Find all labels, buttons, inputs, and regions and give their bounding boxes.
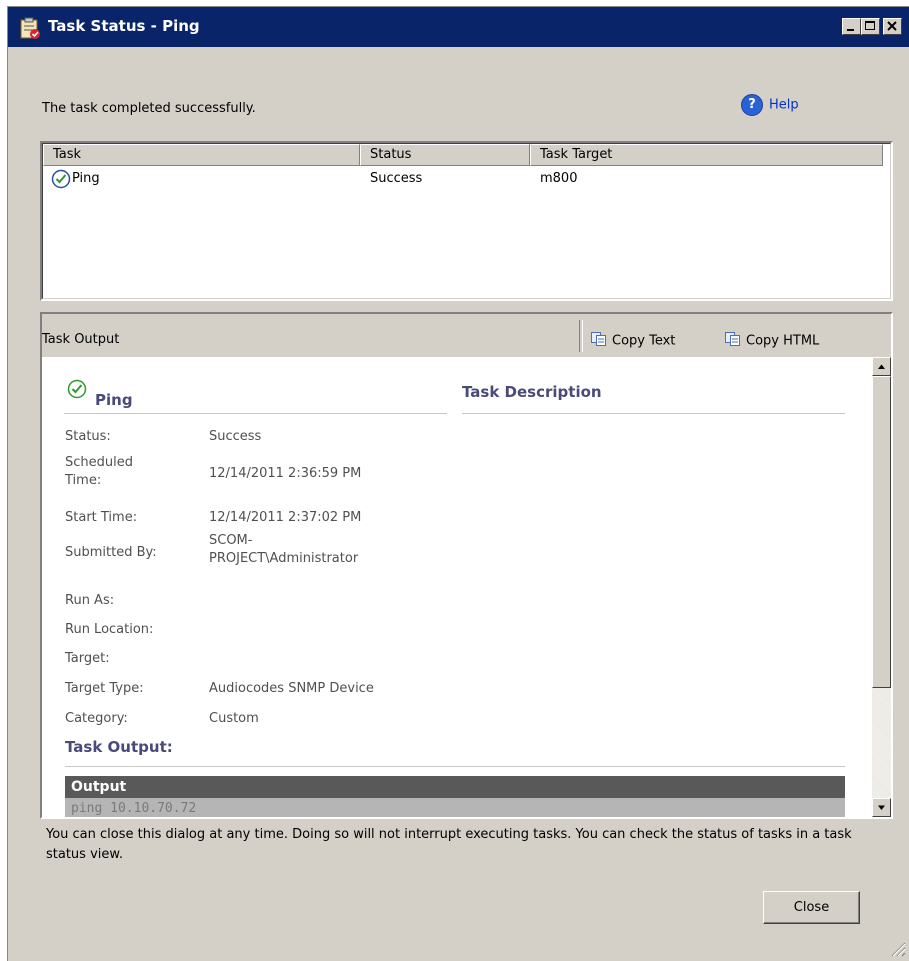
minimize-button[interactable] <box>842 18 861 35</box>
detail-label-start-time: Start Time: <box>65 510 138 525</box>
task-cell: Ping <box>72 171 100 186</box>
footer-note: You can close this dialog at any time. D… <box>46 827 852 862</box>
output-task-name: Ping <box>95 391 133 409</box>
vertical-scrollbar[interactable] <box>872 357 891 817</box>
scroll-down-button[interactable] <box>872 798 891 817</box>
divider <box>462 413 845 414</box>
copy-text-button[interactable]: Copy Text <box>591 332 675 350</box>
scroll-up-button[interactable] <box>872 357 891 376</box>
target-cell: m800 <box>540 171 578 186</box>
copy-text-label: Copy Text <box>612 333 676 349</box>
help-icon: ? <box>741 94 763 116</box>
divider <box>65 766 845 767</box>
help-label: Help <box>769 97 799 113</box>
column-header-task[interactable]: Task <box>43 144 360 166</box>
task-output-panel: Task Output Copy Text Copy HTML Ping Tas… <box>40 312 893 819</box>
task-output-heading: Task Output: <box>65 738 173 756</box>
detail-label-scheduled-time: Scheduled Time: <box>65 455 133 488</box>
resize-grip-icon[interactable] <box>884 935 906 957</box>
copy-icon <box>725 332 741 350</box>
detail-label-target: Target: <box>65 651 110 666</box>
copy-html-button[interactable]: Copy HTML <box>725 332 819 350</box>
task-description-heading: Task Description <box>462 383 602 401</box>
copy-html-label: Copy HTML <box>746 333 820 349</box>
completion-message: The task completed successfully. <box>42 101 256 116</box>
close-window-button[interactable] <box>883 18 902 35</box>
detail-label-category: Category: <box>65 711 128 726</box>
column-header-task-target[interactable]: Task Target <box>530 144 883 166</box>
close-button[interactable]: Close <box>763 891 860 924</box>
detail-value-start-time: 12/14/2011 2:37:02 PM <box>209 510 362 525</box>
detail-label-submitted-by: Submitted By: <box>65 545 157 560</box>
output-table-header: Output <box>65 776 845 798</box>
detail-label-run-location: Run Location: <box>65 622 154 637</box>
task-output-content[interactable]: Ping Task Description Status: Success Sc… <box>42 357 872 817</box>
task-status-window: Task Status - Ping The task completed su… <box>7 6 909 961</box>
task-list-body: Task Status Task Target Ping Success m80… <box>42 143 891 299</box>
title-bar[interactable]: Task Status - Ping <box>8 7 909 47</box>
table-row[interactable]: Ping Success m800 <box>43 168 892 190</box>
detail-value-category: Custom <box>209 711 259 726</box>
divider <box>64 413 447 414</box>
copy-icon <box>591 332 607 350</box>
header-divider <box>579 320 583 352</box>
output-line: ping 10.10.70.72 <box>65 798 845 817</box>
detail-label-target-type: Target Type: <box>65 681 144 696</box>
help-link[interactable]: ? Help <box>741 94 799 116</box>
task-output-label: Task Output <box>42 332 120 347</box>
detail-value-status: Success <box>209 429 262 444</box>
task-status-icon <box>18 16 42 40</box>
detail-value-submitted-by: SCOM-PROJECT\Administrator <box>209 533 359 566</box>
detail-label-status: Status: <box>65 429 111 444</box>
detail-label-run-as: Run As: <box>65 593 115 608</box>
detail-value-scheduled-time: 12/14/2011 2:36:59 PM <box>209 466 362 481</box>
task-list: Task Status Task Target Ping Success m80… <box>40 141 893 301</box>
task-output-header: Task Output Copy Text Copy HTML <box>42 314 891 356</box>
scroll-thumb[interactable] <box>872 376 891 688</box>
success-check-icon <box>67 379 87 403</box>
window-title: Task Status - Ping <box>48 17 200 35</box>
success-check-icon <box>51 168 71 190</box>
maximize-button[interactable] <box>861 18 880 35</box>
detail-value-target-type: Audiocodes SNMP Device <box>209 681 374 696</box>
column-header-status[interactable]: Status <box>360 144 530 166</box>
status-cell: Success <box>370 171 423 186</box>
